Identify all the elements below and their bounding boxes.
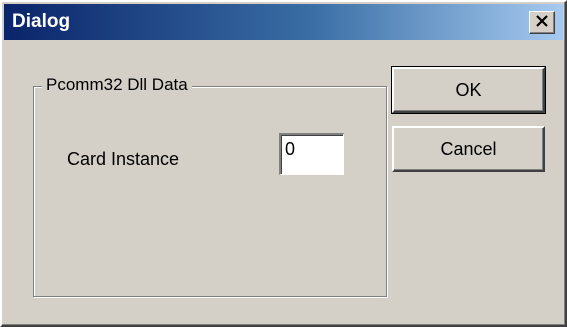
close-icon	[535, 14, 549, 32]
cancel-button[interactable]: Cancel	[392, 126, 545, 172]
card-instance-input[interactable]: 0	[279, 133, 344, 175]
card-instance-label: Card Instance	[67, 149, 180, 169]
window-title: Dialog	[12, 11, 71, 32]
group-box-legend: Pcomm32 Dll Data	[42, 74, 192, 96]
pcomm-group-box	[33, 86, 387, 297]
title-bar[interactable]: Dialog	[4, 4, 563, 40]
close-button[interactable]	[529, 11, 555, 34]
ok-button[interactable]: OK	[391, 66, 546, 114]
